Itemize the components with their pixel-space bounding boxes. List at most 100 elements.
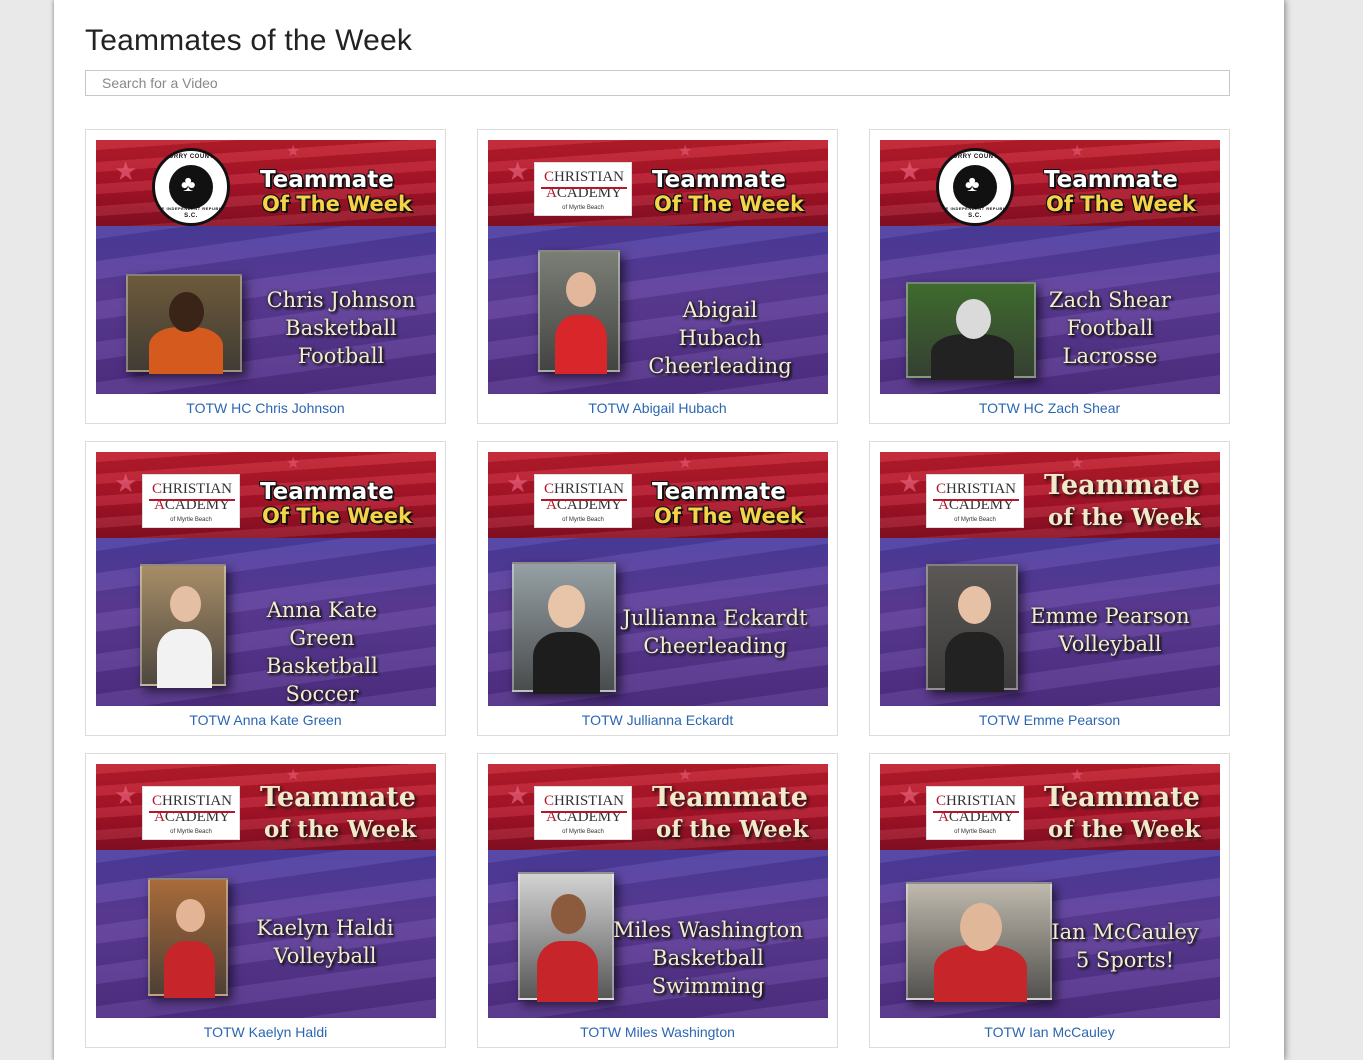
player-info-line: Cheerleading	[648, 354, 792, 378]
academy-subtitle: of Myrtle Beach	[170, 829, 212, 835]
logo-swoosh	[149, 811, 235, 813]
video-card[interactable]: ★ ★ HORRY COUNTY ♣ THE INDEPENDENT REPUBLIC S…	[869, 129, 1230, 424]
star-icon: ★	[506, 780, 530, 810]
video-title-link[interactable]: TOTW HC Zach Shear	[870, 400, 1229, 416]
video-card[interactable]: ★ ★ CHRISTIAN ACADEMY of Myrtle Beach Teammat…	[477, 441, 838, 736]
logo-swoosh	[933, 499, 1019, 501]
video-card[interactable]: ★ ★ CHRISTIAN ACADEMY of Myrtle Beach Teammat…	[477, 129, 838, 424]
academy-subtitle: of Myrtle Beach	[562, 205, 604, 211]
thumbnail-banner: ★ ★ CHRISTIAN ACADEMY of Myrtle Beach Teammat…	[880, 452, 1220, 538]
video-thumbnail[interactable]: ★ ★ CHRISTIAN ACADEMY of Myrtle Beach Teammat…	[96, 452, 436, 706]
banner-title-line2: Of The Week	[654, 504, 804, 528]
player-figure-head	[956, 299, 991, 339]
player-info-line: Volleyball	[273, 944, 377, 968]
video-thumbnail[interactable]: ★ ★ CHRISTIAN ACADEMY of Myrtle Beach Teammat…	[488, 764, 828, 1018]
player-photo	[906, 282, 1036, 380]
banner-title-line1: Teammate	[652, 479, 786, 505]
seal-middle-text: THE INDEPENDENT REPUBLIC	[155, 206, 227, 211]
player-figure-body	[149, 327, 223, 374]
player-info: Zach Shear Football Lacrosse	[1020, 286, 1200, 370]
video-title-link[interactable]: TOTW Anna Kate Green	[86, 712, 445, 728]
player-info: Jullianna Eckardt Cheerleading	[618, 604, 812, 660]
christian-academy-logo: CHRISTIAN ACADEMY of Myrtle Beach	[534, 474, 632, 528]
player-info-line: 5 Sports!	[1075, 948, 1175, 972]
player-photo	[126, 274, 242, 374]
thumbnail-banner: ★ ★ CHRISTIAN ACADEMY of Myrtle Beach Teammat…	[488, 452, 828, 538]
video-card[interactable]: ★ ★ CHRISTIAN ACADEMY of Myrtle Beach Teammat…	[477, 753, 838, 1048]
banner-title-line1: Teammate	[652, 167, 786, 193]
banner-title-line2: Of The Week	[262, 504, 412, 528]
player-photo	[906, 882, 1052, 1002]
banner-title-line2: Of The Week	[1046, 192, 1196, 216]
star-icon: ★	[114, 156, 138, 186]
player-figure-body	[934, 945, 1027, 1002]
academy-subtitle: of Myrtle Beach	[562, 517, 604, 523]
banner-title-line2: of the Week	[656, 816, 809, 843]
video-thumbnail[interactable]: ★ ★ CHRISTIAN ACADEMY of Myrtle Beach Teammat…	[488, 140, 828, 394]
star-icon: ★	[898, 468, 922, 498]
star-icon: ★	[286, 455, 301, 472]
logo-swoosh	[149, 499, 235, 501]
video-thumbnail[interactable]: ★ ★ HORRY COUNTY ♣ THE INDEPENDENT REPUBLIC S…	[96, 140, 436, 394]
seal-bottom-text: S.C.	[968, 213, 982, 219]
player-info-line: Anna Kate Green	[266, 598, 378, 650]
academy-name: CHRISTIAN ACADEMY	[935, 793, 1016, 825]
player-info-line: Kaelyn Haldi	[256, 916, 394, 940]
video-thumbnail[interactable]: ★ ★ CHRISTIAN ACADEMY of Myrtle Beach Teammat…	[488, 452, 828, 706]
player-info-line: Basketball	[652, 946, 764, 970]
player-photo	[148, 878, 228, 998]
video-card[interactable]: ★ ★ CHRISTIAN ACADEMY of Myrtle Beach Teammat…	[869, 753, 1230, 1048]
christian-academy-logo: CHRISTIAN ACADEMY of Myrtle Beach	[926, 786, 1024, 840]
video-card[interactable]: ★ ★ CHRISTIAN ACADEMY of Myrtle Beach Teammat…	[85, 753, 446, 1048]
video-title-link[interactable]: TOTW Abigail Hubach	[478, 400, 837, 416]
player-figure-head	[170, 586, 201, 622]
player-figure-head	[169, 292, 204, 332]
star-icon: ★	[114, 468, 138, 498]
star-icon: ★	[678, 143, 693, 160]
star-icon: ★	[286, 143, 301, 160]
academy-name: CHRISTIAN ACADEMY	[543, 169, 624, 201]
academy-subtitle: of Myrtle Beach	[954, 829, 996, 835]
player-info-line: Jullianna Eckardt	[622, 606, 808, 630]
video-thumbnail[interactable]: ★ ★ CHRISTIAN ACADEMY of Myrtle Beach Teammat…	[96, 764, 436, 1018]
video-card[interactable]: ★ ★ CHRISTIAN ACADEMY of Myrtle Beach Teammat…	[85, 441, 446, 736]
banner-title-line1: Teammate	[1044, 167, 1178, 193]
player-info: Abigail Hubach Cheerleading	[638, 296, 802, 380]
academy-subtitle: of Myrtle Beach	[562, 829, 604, 835]
banner-title-line1: Teammate	[1044, 470, 1200, 501]
video-thumbnail[interactable]: ★ ★ CHRISTIAN ACADEMY of Myrtle Beach Teammat…	[880, 452, 1220, 706]
christian-academy-logo: CHRISTIAN ACADEMY of Myrtle Beach	[142, 474, 240, 528]
video-title-link[interactable]: TOTW HC Chris Johnson	[86, 400, 445, 416]
banner-title-line2: Of The Week	[654, 192, 804, 216]
player-figure-head	[551, 894, 586, 934]
star-icon: ★	[898, 780, 922, 810]
star-icon: ★	[898, 156, 922, 186]
player-info-line: Cheerleading	[643, 634, 787, 658]
video-title-link[interactable]: TOTW Ian McCauley	[870, 1024, 1229, 1040]
star-icon: ★	[506, 468, 530, 498]
video-title-link[interactable]: TOTW Jullianna Eckardt	[478, 712, 837, 728]
search-input[interactable]	[85, 70, 1230, 96]
player-photo	[926, 564, 1018, 692]
academy-name: CHRISTIAN ACADEMY	[543, 481, 624, 513]
video-title-link[interactable]: TOTW Kaelyn Haldi	[86, 1024, 445, 1040]
christian-academy-logo: CHRISTIAN ACADEMY of Myrtle Beach	[142, 786, 240, 840]
video-thumbnail[interactable]: ★ ★ HORRY COUNTY ♣ THE INDEPENDENT REPUBLIC S…	[880, 140, 1220, 394]
video-title-link[interactable]: TOTW Emme Pearson	[870, 712, 1229, 728]
academy-subtitle: of Myrtle Beach	[954, 517, 996, 523]
video-card[interactable]: ★ ★ HORRY COUNTY ♣ THE INDEPENDENT REPUBLIC S…	[85, 129, 446, 424]
christian-academy-logo: CHRISTIAN ACADEMY of Myrtle Beach	[926, 474, 1024, 528]
player-info-line: Football	[1066, 316, 1154, 340]
video-card[interactable]: ★ ★ CHRISTIAN ACADEMY of Myrtle Beach Teammat…	[869, 441, 1230, 736]
academy-name: CHRISTIAN ACADEMY	[151, 793, 232, 825]
logo-swoosh	[541, 811, 627, 813]
video-thumbnail[interactable]: ★ ★ CHRISTIAN ACADEMY of Myrtle Beach Teammat…	[880, 764, 1220, 1018]
player-figure-head	[960, 903, 1002, 951]
player-info: Chris Johnson Basketball Football	[246, 286, 436, 370]
player-info-line: Ian McCauley	[1051, 920, 1199, 944]
player-info: Kaelyn Haldi Volleyball	[240, 914, 410, 970]
star-icon: ★	[1070, 143, 1085, 160]
banner-title-line2: of the Week	[1048, 816, 1201, 843]
video-title-link[interactable]: TOTW Miles Washington	[478, 1024, 837, 1040]
page-container: Teammates of the Week ★ ★ HORRY COUNTY ♣ THE…	[54, 0, 1284, 1060]
